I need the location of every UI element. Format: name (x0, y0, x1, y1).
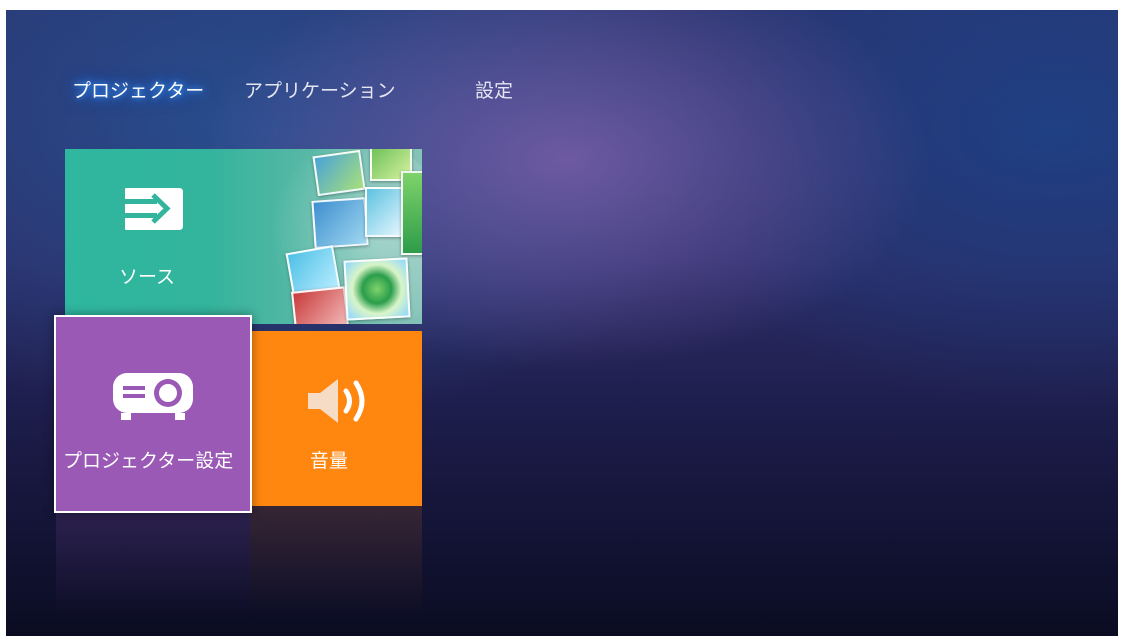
volume-tile-reflection (250, 506, 422, 616)
volume-label: 音量 (310, 450, 349, 472)
volume-tile[interactable]: 音量 (250, 331, 422, 506)
photo-decoration (401, 171, 422, 255)
source-tile[interactable]: ソース (65, 149, 422, 324)
projector-settings-label: プロジェクター設定 (63, 450, 234, 472)
source-label: ソース (119, 266, 176, 288)
speaker-icon (308, 379, 365, 423)
photo-decoration (312, 149, 366, 197)
photo-decoration (291, 286, 349, 324)
tab-projector[interactable]: プロジェクター (72, 76, 204, 106)
photo-decoration (311, 197, 369, 249)
tab-applications[interactable]: アプリケーション (244, 76, 396, 106)
photo-decoration (365, 187, 405, 237)
projector-icon (113, 373, 193, 420)
tab-settings[interactable]: 設定 (475, 76, 513, 106)
projector-settings-tile[interactable]: プロジェクター設定 (54, 315, 252, 513)
projector-tile-reflection (56, 507, 250, 617)
input-arrow-icon (119, 186, 183, 232)
photo-decoration (343, 257, 411, 321)
launcher-screen: プロジェクター アプリケーション 設定 ソース 音量 プロジェクター設定 (6, 10, 1118, 636)
